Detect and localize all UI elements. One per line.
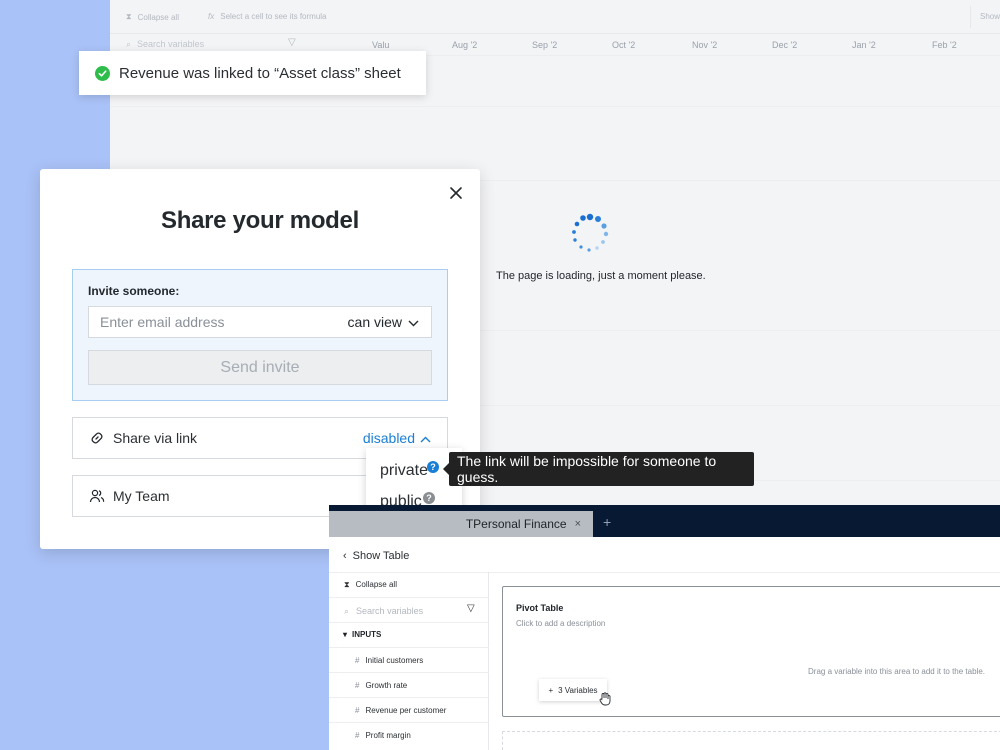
pivot-table-dropzone[interactable]: Pivot Table Click to add a description D… <box>502 586 1000 717</box>
search-icon: ⌕ <box>126 39 132 49</box>
chip-label: 3 Variables <box>558 685 598 695</box>
help-tooltip: The link will be impossible for someone … <box>443 452 754 486</box>
close-icon[interactable] <box>448 185 464 201</box>
variable-item[interactable]: # Growth rate <box>355 681 407 690</box>
invite-label: Invite someone: <box>88 284 180 298</box>
share-link-label: Share via link <box>113 430 198 446</box>
formula-hint: Select a cell to see its formula <box>220 12 327 21</box>
success-toast: Revenue was linked to “Asset class” shee… <box>79 51 426 95</box>
permission-value: can view <box>347 314 402 330</box>
caret-down-icon: ▾ <box>343 630 348 639</box>
column-header: Oct '2 <box>612 40 636 50</box>
chevron-up-icon <box>420 430 431 446</box>
invite-section: Invite someone: can view Send invite <box>72 269 448 401</box>
share-link-status: disabled <box>362 430 415 446</box>
column-header: Nov '2 <box>692 40 718 50</box>
check-circle-icon <box>95 65 110 81</box>
pivot-description[interactable]: Click to add a description <box>516 619 605 628</box>
team-icon <box>89 488 105 504</box>
filter-icon[interactable]: ▽ <box>288 37 296 48</box>
email-input[interactable] <box>89 307 348 337</box>
filter-icon[interactable]: ▽ <box>467 603 475 614</box>
number-icon: # <box>355 656 360 665</box>
collapse-icon: ⧗ <box>344 580 350 589</box>
loading-message: The page is loading, just a moment pleas… <box>496 270 706 282</box>
email-input-group: can view <box>88 306 432 338</box>
column-header: Aug '2 <box>452 40 478 50</box>
variable-label: Profit margin <box>365 731 411 740</box>
tooltip-text: The link will be impossible for someone … <box>457 453 717 485</box>
divider <box>329 722 489 723</box>
search-icon: ⌕ <box>344 606 350 616</box>
tab-label: TPersonal Finance <box>465 517 567 531</box>
chevron-left-icon: ‹ <box>343 550 347 562</box>
column-header: Sep '2 <box>532 40 558 50</box>
divider <box>329 672 489 673</box>
collapse-icon: ⧗ <box>126 12 132 21</box>
send-invite-button[interactable]: Send invite <box>88 350 432 385</box>
option-label: private <box>380 462 429 479</box>
divider <box>329 697 489 698</box>
formula-icon: fx <box>208 12 215 21</box>
section-inputs[interactable]: ▾ INPUTS <box>343 630 381 639</box>
number-icon: # <box>355 706 360 715</box>
loading-spinner-icon <box>572 213 609 252</box>
column-header: Dec '2 <box>772 40 798 50</box>
search-placeholder: Search variables <box>137 39 205 49</box>
background-search[interactable]: ⌕ Search variables <box>126 39 204 50</box>
pivot-title[interactable]: Pivot Table <box>516 603 563 613</box>
variable-item[interactable]: # Profit margin <box>355 731 411 740</box>
share-link-status-select[interactable]: disabled <box>363 430 431 446</box>
tab-personal-finance[interactable]: TPersonal Finance × <box>329 511 593 537</box>
modal-title: Share your model <box>161 207 359 234</box>
sidebar-collapse-all[interactable]: ⧗ Collapse all <box>344 580 397 590</box>
divider <box>329 622 489 623</box>
number-icon: # <box>355 681 360 690</box>
column-header: Valu <box>372 40 390 50</box>
collapse-all-label: Collapse all <box>355 580 397 589</box>
variable-label: Initial customers <box>365 656 424 665</box>
show-table-link[interactable]: ‹ Show Table <box>343 550 409 562</box>
tab-bar: TPersonal Finance × + <box>329 505 1000 537</box>
column-header: Jan '2 <box>852 40 876 50</box>
secondary-dropzone <box>502 731 1000 750</box>
dragged-variables-chip[interactable]: + 3 Variables <box>539 679 607 701</box>
help-icon[interactable]: ? <box>427 461 439 473</box>
section-label: INPUTS <box>352 630 382 639</box>
grab-cursor-icon <box>599 692 611 706</box>
my-team-label: My Team <box>113 488 170 504</box>
column-header: Feb '2 <box>932 40 957 50</box>
dropdown-option-private[interactable]: private <box>380 462 428 480</box>
show-table-label: Show Table <box>352 550 410 562</box>
background-toolbar: ⧗ Collapse all fx Select a cell to see i… <box>110 0 1000 34</box>
variable-item[interactable]: # Initial customers <box>355 656 423 665</box>
number-icon: # <box>355 731 360 740</box>
pivot-drop-hint: Drag a variable into this area to add it… <box>808 667 985 676</box>
variable-label: Growth rate <box>365 681 408 690</box>
formula-bar[interactable]: fx Select a cell to see its formula <box>208 12 327 21</box>
divider <box>329 597 489 598</box>
search-placeholder: Search variables <box>356 606 424 616</box>
close-tab-icon[interactable]: × <box>575 518 581 530</box>
background-show-button[interactable]: Show <box>980 12 1000 21</box>
add-tab-icon[interactable]: + <box>603 514 611 530</box>
pivot-editor-window: TPersonal Finance × + ‹ Show Table ⧗ Col… <box>329 505 1000 750</box>
link-icon <box>89 430 105 446</box>
sidebar-search[interactable]: ⌕ Search variables <box>344 606 423 617</box>
toolbar-divider <box>970 6 971 28</box>
month-columns: Valu Aug '2 Sep '2 Oct '2 Nov '2 Dec '2 … <box>372 40 1000 50</box>
permission-select[interactable]: can view <box>348 314 431 330</box>
help-icon[interactable]: ? <box>423 492 435 504</box>
divider <box>329 647 489 648</box>
variable-label: Revenue per customer <box>365 706 447 715</box>
toast-message: Revenue was linked to “Asset class” shee… <box>119 64 401 82</box>
variable-item[interactable]: # Revenue per customer <box>355 706 446 715</box>
background-collapse-all[interactable]: ⧗ Collapse all <box>126 12 179 22</box>
grid-line <box>110 106 1000 107</box>
plus-icon: + <box>548 685 554 695</box>
chevron-down-icon <box>408 314 419 330</box>
collapse-all-label: Collapse all <box>137 12 179 22</box>
